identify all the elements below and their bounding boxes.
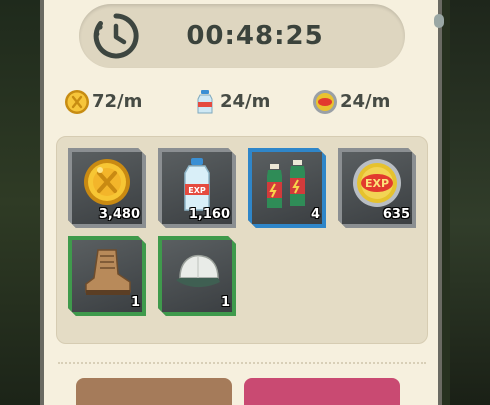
rate-exp-chip-label: 24/m — [340, 91, 391, 112]
rate-exp-chip: 24/m — [312, 88, 390, 116]
right-action-button[interactable] — [244, 378, 400, 405]
countdown-timer: 00:48:25 — [186, 21, 324, 51]
reward-slot-exp-bottle[interactable]: EXP 1,160 — [158, 148, 236, 228]
reward-count: 4 — [310, 207, 320, 222]
exp-chip-icon: EXP — [353, 159, 401, 207]
svg-text:EXP: EXP — [188, 186, 206, 195]
gold-coin-icon — [84, 159, 130, 205]
reward-count: 635 — [382, 207, 410, 222]
reward-slot-gold[interactable]: 3,480 — [68, 148, 146, 228]
exp-chip-icon — [313, 90, 337, 114]
rate-exp-bottle: 24/m — [192, 88, 270, 116]
background-scene-right — [450, 0, 490, 405]
boots-icon — [85, 249, 131, 295]
reward-slot-exp-chip[interactable]: EXP 635 — [338, 148, 416, 228]
reward-count: 3,480 — [98, 207, 140, 222]
left-action-button[interactable] — [76, 378, 232, 405]
panel-edge-marker — [434, 14, 444, 28]
reward-slot-energy-drinks[interactable]: 4 — [248, 148, 326, 228]
stopwatch-icon — [92, 12, 140, 60]
reward-count: 1 — [220, 295, 230, 310]
background-scene-left — [0, 0, 40, 405]
rate-gold-label: 72/m — [92, 91, 143, 112]
exp-bottle-icon: EXP — [184, 158, 210, 211]
reward-count: 1,160 — [188, 207, 230, 222]
reward-slot-cap[interactable]: 1 — [158, 236, 236, 316]
reward-count: 1 — [130, 295, 140, 310]
svg-text:EXP: EXP — [365, 177, 389, 190]
energy-drinks-icon — [267, 160, 305, 208]
divider — [58, 362, 426, 364]
rate-exp-bottle-label: 24/m — [220, 91, 271, 112]
cap-icon — [176, 254, 220, 288]
reward-slot-boots[interactable]: 1 — [68, 236, 146, 316]
rate-gold: 72/m — [64, 88, 142, 116]
gold-coin-icon — [65, 90, 89, 114]
exp-bottle-icon — [197, 90, 213, 114]
